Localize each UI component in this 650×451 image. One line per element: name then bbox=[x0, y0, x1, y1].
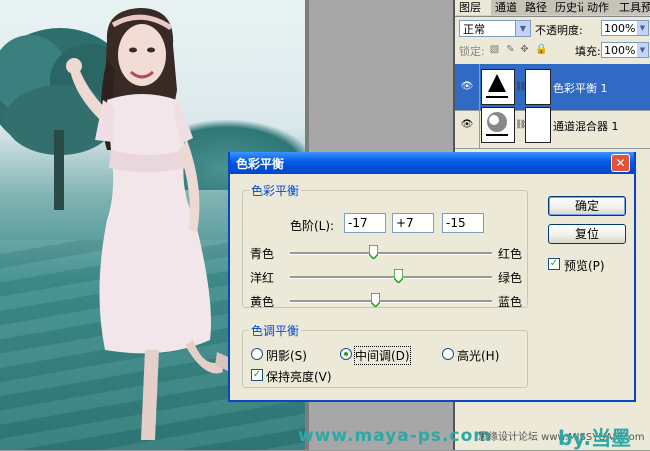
dialog-title: 色彩平衡 bbox=[236, 157, 285, 171]
tab-actions[interactable]: 动作 bbox=[583, 0, 616, 15]
preview-label[interactable]: 预览(P) bbox=[564, 257, 605, 274]
tab-paths[interactable]: 路径 bbox=[521, 0, 552, 15]
group-title: 色调平衡 bbox=[251, 324, 300, 338]
lock-label: 锁定: bbox=[459, 45, 485, 58]
fill-value: 100% bbox=[604, 44, 636, 57]
color-balance-dialog: 色彩平衡 ✕ 色彩平衡 色阶(L): -17 +7 -15 青色 红色 洋红 绿… bbox=[228, 152, 636, 402]
watermark-site: www.maya-ps.com bbox=[298, 426, 492, 446]
slider-right-label: 绿色 bbox=[498, 271, 523, 285]
layer-name: 通道混合器 1 bbox=[553, 120, 619, 133]
layer-mask-thumbnail[interactable] bbox=[525, 69, 551, 105]
tab-history[interactable]: 历史记录 bbox=[551, 0, 584, 15]
eye-icon[interactable]: 👁 bbox=[460, 118, 474, 132]
radio-label-midtones[interactable]: 中间调(D) bbox=[354, 346, 411, 365]
slider-right-label: 红色 bbox=[498, 247, 523, 261]
radio-label-shadows[interactable]: 阴影(S) bbox=[266, 347, 307, 364]
tab-tool-presets[interactable]: 工具预设 bbox=[615, 0, 650, 15]
magenta-green-slider[interactable] bbox=[290, 276, 492, 279]
slider-left-label: 青色 bbox=[250, 247, 275, 261]
opacity-value: 100% bbox=[604, 22, 636, 35]
level-cyan-red-input[interactable]: -17 bbox=[344, 213, 386, 233]
levels-label: 色阶(L): bbox=[290, 219, 335, 233]
fill-label: 填充: bbox=[575, 45, 601, 58]
color-balance-icon bbox=[486, 74, 508, 98]
preview-checkbox[interactable]: ✓ bbox=[548, 258, 560, 270]
preserve-luminosity-label[interactable]: 保持亮度(V) bbox=[266, 368, 332, 385]
eye-icon[interactable]: 👁 bbox=[460, 80, 474, 94]
adjustment-thumbnail bbox=[481, 69, 515, 105]
color-balance-group: 色彩平衡 bbox=[242, 182, 528, 308]
slider-thumb[interactable] bbox=[369, 245, 379, 259]
close-button[interactable]: ✕ bbox=[611, 154, 630, 172]
tab-channels[interactable]: 通道 bbox=[491, 0, 522, 15]
opacity-label: 不透明度: bbox=[535, 24, 583, 37]
opacity-field[interactable]: 100% ▼ bbox=[601, 20, 649, 36]
visibility-cell[interactable]: 👁 bbox=[455, 102, 480, 148]
slider-thumb[interactable] bbox=[371, 293, 381, 307]
lock-brush-icon[interactable]: ✎ bbox=[505, 44, 516, 55]
blend-mode-select[interactable]: 正常 ▼ bbox=[459, 20, 531, 37]
slider-left-label: 洋红 bbox=[250, 271, 275, 285]
radio-label-highlights[interactable]: 高光(H) bbox=[457, 347, 499, 364]
lock-move-icon[interactable]: ✥ bbox=[519, 44, 530, 55]
slider-thumb[interactable] bbox=[393, 269, 403, 283]
radio-shadows[interactable] bbox=[251, 348, 263, 360]
slider-left-label: 黄色 bbox=[250, 295, 275, 309]
girl-photo bbox=[66, 8, 235, 440]
yellow-blue-slider[interactable] bbox=[290, 300, 492, 303]
layer-name: 色彩平衡 1 bbox=[553, 82, 608, 95]
level-magenta-green-input[interactable]: +7 bbox=[392, 213, 434, 233]
slider-right-label: 蓝色 bbox=[498, 295, 523, 309]
panel-tabs: 图层 通道 路径 历史记录 动作 工具预设 bbox=[455, 0, 650, 17]
layer-mask-thumbnail[interactable] bbox=[525, 107, 551, 143]
lock-transparent-icon[interactable]: ▧ bbox=[489, 44, 500, 55]
preserve-luminosity-checkbox[interactable]: ✓ bbox=[251, 369, 263, 381]
tab-layers[interactable]: 图层 bbox=[455, 0, 492, 15]
cyan-red-slider[interactable] bbox=[290, 252, 492, 255]
reset-button[interactable]: 复位 bbox=[548, 224, 626, 244]
adjustment-thumbnail bbox=[481, 107, 515, 143]
dialog-titlebar[interactable]: 色彩平衡 ✕ bbox=[230, 152, 634, 174]
chevron-down-icon: ▼ bbox=[637, 21, 648, 35]
blend-mode-value: 正常 bbox=[463, 23, 485, 36]
lock-all-icon[interactable]: 🔒 bbox=[535, 44, 547, 55]
level-yellow-blue-input[interactable]: -15 bbox=[442, 213, 484, 233]
ok-button[interactable]: 确定 bbox=[548, 196, 626, 216]
fill-field[interactable]: 100% ▼ bbox=[601, 42, 649, 58]
chevron-down-icon: ▼ bbox=[515, 21, 530, 36]
radio-highlights[interactable] bbox=[442, 348, 454, 360]
close-icon: ✕ bbox=[615, 156, 626, 170]
chevron-down-icon: ▼ bbox=[637, 43, 648, 57]
radio-midtones[interactable] bbox=[340, 348, 352, 360]
watermark-credit: by.当墨 bbox=[558, 426, 632, 450]
layer-row-channel-mixer[interactable]: 👁 ⛓ 通道混合器 1 bbox=[455, 102, 650, 149]
channel-mixer-icon bbox=[486, 112, 508, 136]
group-title: 色彩平衡 bbox=[251, 184, 300, 198]
